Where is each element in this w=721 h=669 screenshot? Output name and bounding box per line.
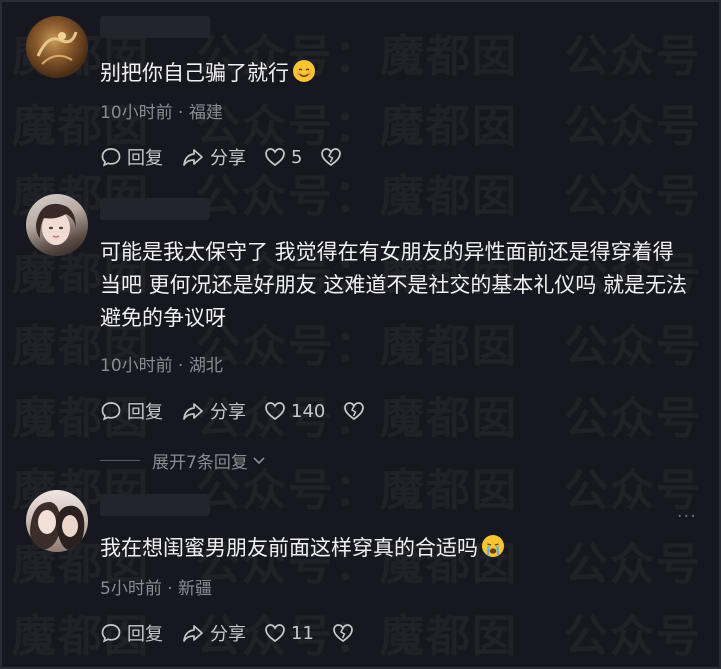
- avatar[interactable]: [26, 490, 88, 552]
- broken-heart-icon: [344, 402, 365, 421]
- comment-time: 10小时前: [100, 356, 173, 376]
- comment-meta: 10小时前 · 福建: [100, 98, 223, 123]
- separator: ·: [178, 103, 184, 123]
- share-icon: [183, 149, 203, 166]
- more-options-button[interactable]: ···: [677, 506, 697, 527]
- comment-time: 5小时前: [100, 579, 162, 599]
- chevron-down-icon: [253, 456, 265, 464]
- heart-icon: [265, 148, 285, 167]
- reply-label: 回复: [127, 402, 163, 423]
- comment-text: 可能是我太保守了 我觉得在有女朋友的异性面前还是得穿着得当吧 更何况还是好朋友 …: [100, 240, 688, 330]
- separator: ·: [178, 356, 184, 376]
- comment-location: 福建: [188, 103, 223, 123]
- like-count: 5: [291, 146, 303, 168]
- broken-heart-icon: [321, 148, 342, 167]
- separator: ·: [167, 579, 173, 599]
- share-button[interactable]: 分享: [181, 398, 246, 424]
- reply-icon: [101, 148, 121, 167]
- comment-text: 别把你自己骗了就行: [100, 57, 690, 90]
- share-button[interactable]: 分享: [181, 620, 246, 646]
- reply-button[interactable]: 回复: [100, 144, 163, 170]
- comment-actions: 回复 分享 11: [100, 620, 354, 646]
- comment-meta: 5小时前 · 新疆: [100, 574, 212, 599]
- comment-time: 10小时前: [100, 103, 173, 123]
- comment-text-content: 别把你自己骗了就行: [100, 61, 289, 85]
- like-button[interactable]: 5: [264, 147, 302, 168]
- share-icon: [183, 403, 203, 420]
- like-count: 11: [291, 622, 314, 644]
- avatar[interactable]: [26, 194, 88, 256]
- avatar[interactable]: [26, 16, 88, 78]
- username-redacted[interactable]: [100, 198, 210, 220]
- reply-label: 回复: [127, 148, 163, 169]
- reply-button[interactable]: 回复: [100, 620, 163, 646]
- share-icon: [183, 625, 203, 642]
- dislike-button[interactable]: [320, 147, 342, 167]
- like-button[interactable]: 140: [264, 401, 325, 422]
- divider: [100, 460, 140, 461]
- comment-location: 新疆: [178, 579, 213, 599]
- expand-replies-button[interactable]: 展开7条回复: [100, 448, 267, 473]
- avatar-image: [36, 203, 76, 245]
- username-redacted[interactable]: [100, 494, 210, 516]
- comment-location: 湖北: [188, 356, 223, 376]
- dislike-button[interactable]: [343, 401, 365, 421]
- comment-panel: 魔都囡 公众号：魔都囡 公众号 魔都囡 公众号：魔都囡 公众号 魔都囡 公众号：…: [0, 0, 721, 669]
- like-count: 140: [291, 400, 326, 422]
- dislike-button[interactable]: [332, 623, 354, 643]
- comment-item: 别把你自己骗了就行 10小时前 · 福建 回复 分享 5: [26, 12, 699, 172]
- reply-label: 回复: [127, 624, 163, 645]
- heart-icon: [265, 624, 285, 643]
- smile-emoji-icon: [293, 60, 315, 82]
- reply-icon: [101, 624, 121, 643]
- comment-item: 可能是我太保守了 我觉得在有女朋友的异性面前还是得穿着得当吧 更何况还是好朋友 …: [26, 194, 699, 426]
- avatar-image: [30, 502, 85, 550]
- comment-actions: 回复 分享 140: [100, 398, 365, 424]
- reply-icon: [101, 402, 121, 421]
- share-button[interactable]: 分享: [181, 144, 246, 170]
- reply-button[interactable]: 回复: [100, 398, 163, 424]
- expand-replies-label: 展开7条回复: [152, 453, 248, 473]
- heart-icon: [265, 402, 285, 421]
- comment-meta: 10小时前 · 湖北: [100, 351, 223, 376]
- crying-emoji-icon: [482, 535, 504, 557]
- avatar-image: [36, 31, 78, 65]
- share-label: 分享: [210, 402, 246, 423]
- comment-text: 我在想闺蜜男朋友前面这样穿真的合适吗: [100, 532, 690, 565]
- broken-heart-icon: [333, 624, 353, 643]
- share-label: 分享: [210, 148, 246, 169]
- comment-text-content: 我在想闺蜜男朋友前面这样穿真的合适吗: [100, 536, 478, 560]
- username-redacted[interactable]: [100, 16, 210, 38]
- comment-actions: 回复 分享 5: [100, 144, 342, 170]
- share-label: 分享: [210, 624, 246, 645]
- like-button[interactable]: 11: [264, 623, 314, 644]
- comment-item: ··· 我在想闺蜜男朋友前面这样穿真的合适吗 5小时前 · 新疆 回复 分享 1…: [26, 490, 699, 650]
